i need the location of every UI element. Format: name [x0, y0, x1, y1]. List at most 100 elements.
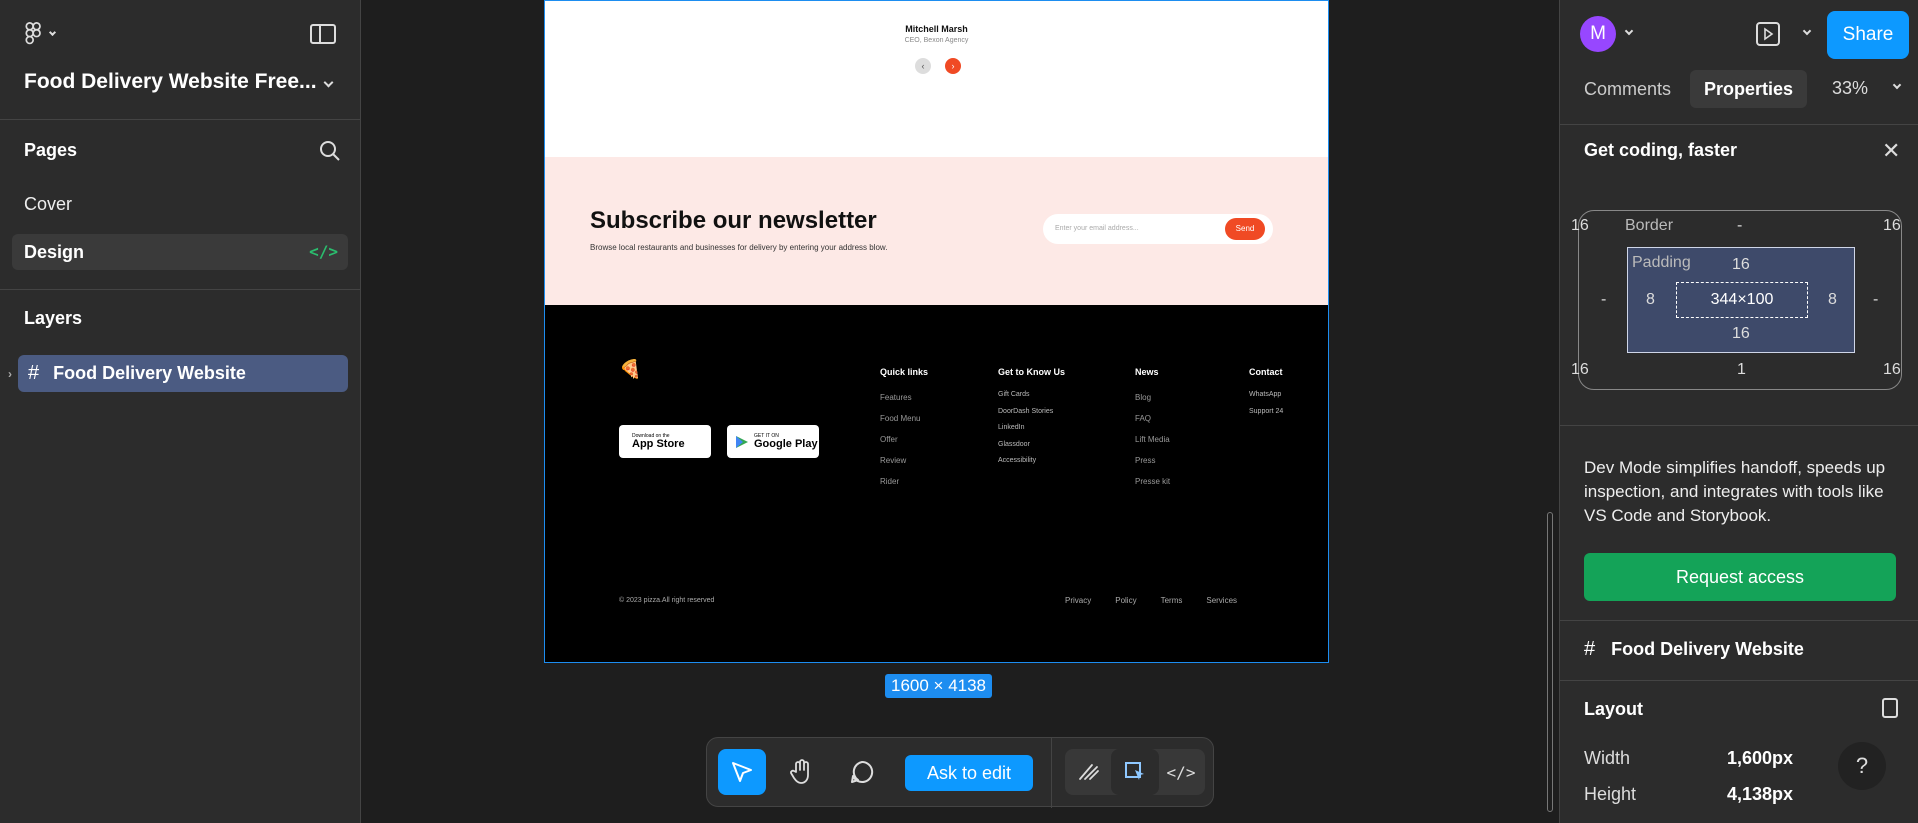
footer-bottom-link: Privacy [1065, 596, 1092, 605]
left-sidebar: Food Delivery Website Free... Pages Cove… [0, 0, 361, 823]
newsletter-subtitle: Browse local restaurants and businesses … [590, 243, 888, 252]
footer-bottom-link: Policy [1115, 596, 1137, 605]
figma-logo-icon [25, 22, 41, 45]
chevron-down-icon[interactable] [1892, 80, 1902, 90]
dev-mode-button[interactable]: </> [1157, 749, 1205, 795]
badge-big-text: App Store [632, 437, 685, 450]
divider [1560, 124, 1918, 125]
footer-column-news: News Blog FAQ Lift Media Press Presse ki… [1135, 367, 1170, 492]
newsletter-section: Subscribe our newsletter Browse local re… [545, 157, 1328, 305]
main-menu-button[interactable] [24, 22, 57, 46]
border-left-value: - [1601, 291, 1607, 308]
padding-left-value: 8 [1646, 291, 1655, 308]
newsletter-title: Subscribe our newsletter [590, 207, 877, 234]
box-model-diagram: 16 Border - 16 - - 16 1 16 Padding 16 8 … [1571, 210, 1902, 390]
comment-tool-button[interactable] [838, 749, 886, 795]
design-mode-button[interactable] [1111, 749, 1159, 795]
chevron-right-icon[interactable]: › [8, 367, 12, 381]
height-value: 4,138px [1727, 784, 1794, 804]
layer-row-food-delivery-website[interactable]: › # Food Delivery Website [8, 355, 348, 392]
file-title: Food Delivery Website Free... [24, 70, 317, 93]
layers-heading: Layers [24, 308, 83, 328]
footer-link: Rider [880, 477, 900, 486]
footer-link: Glassdoor [998, 440, 1030, 448]
footer-bottom-links: Privacy Policy Terms Services [1065, 596, 1237, 605]
page-item-design[interactable]: Design </> [12, 234, 348, 270]
ask-to-edit-button[interactable]: Ask to edit [905, 755, 1033, 791]
pen-scribble-icon [1079, 764, 1099, 780]
hand-tool-button[interactable] [778, 749, 826, 795]
footer-bottom-link: Terms [1160, 596, 1183, 605]
comment-bubble-icon [851, 760, 874, 783]
mode-switcher: </> [1065, 749, 1205, 795]
design-canvas[interactable]: Mitchell Marsh CEO, Bexon Agency ‹ › Sub… [361, 0, 1559, 823]
page-label: Cover [24, 193, 73, 214]
code-brackets-icon: </> [1166, 762, 1196, 782]
app-store-badge: Download on the App Store [619, 425, 711, 458]
frame-icon: # [1584, 638, 1596, 660]
pages-section: Pages Cover Design </> [0, 120, 360, 290]
footer-link: Blog [1135, 393, 1152, 402]
footer-copyright: © 2023 pizza.All right reserved [619, 597, 715, 604]
figma-app: Food Delivery Website Free... Pages Cove… [0, 0, 1918, 823]
request-access-button[interactable]: Request access [1584, 553, 1896, 601]
dev-mode-code-icon: </> [309, 242, 338, 261]
move-tool-button[interactable] [718, 749, 766, 795]
testimonial-name: Mitchell Marsh [905, 24, 968, 34]
padding-label: Padding [1632, 254, 1691, 271]
panel-toggle-icon[interactable] [310, 24, 336, 44]
file-title-button[interactable]: Food Delivery Website Free... [24, 70, 344, 94]
page-label: Design [24, 241, 85, 262]
footer-link: WhatsApp [1249, 391, 1282, 398]
height-label: Height [1584, 784, 1637, 804]
chevron-down-icon[interactable] [1802, 26, 1812, 36]
pages-heading: Pages [24, 140, 78, 160]
footer-link: Support 24 [1249, 407, 1284, 415]
footer-bottom-link: Services [1206, 596, 1238, 605]
border-bottom-value: 1 [1737, 361, 1746, 378]
canvas-scrollbar[interactable] [1547, 512, 1553, 812]
border-label: Border [1625, 217, 1674, 234]
footer-link: LinkedIn [998, 424, 1025, 431]
padding-top-value: 16 [1732, 256, 1750, 273]
testimonial-section: Mitchell Marsh CEO, Bexon Agency ‹ › [545, 1, 1328, 157]
google-play-badge: GET IT ON Google Play [727, 425, 819, 458]
present-icon[interactable] [1756, 22, 1780, 46]
cursor-arrow-icon [732, 762, 752, 782]
footer-column-title: News [1135, 367, 1159, 377]
chevron-down-icon [323, 77, 334, 87]
avatar[interactable]: M [1580, 16, 1616, 52]
chevron-left-icon: ‹ [915, 58, 931, 74]
border-right-value: - [1873, 291, 1879, 308]
newsletter-email-input: Enter your email address... Send [1043, 214, 1273, 244]
draw-mode-button[interactable] [1065, 749, 1113, 795]
layout-heading: Layout [1584, 699, 1644, 719]
tab-comments[interactable]: Comments [1570, 70, 1685, 108]
content-size-box: 344×100 [1676, 282, 1808, 318]
bottom-toolbar: Ask to edit </> [706, 737, 1214, 808]
padding-bottom-value: 16 [1732, 325, 1750, 342]
google-play-icon [736, 435, 748, 448]
chevron-down-icon[interactable] [1624, 26, 1634, 36]
share-button[interactable]: Share [1827, 11, 1909, 59]
padding-right-value: 8 [1828, 291, 1837, 308]
divider [1560, 425, 1918, 426]
footer-section: 🍕 Download on the App Store GET IT ON Go… [545, 305, 1328, 662]
margin-top-right: 16 [1883, 217, 1901, 234]
help-icon[interactable]: ? [1838, 742, 1886, 790]
close-icon[interactable]: ✕ [1882, 138, 1900, 164]
margin-top-left: 16 [1571, 217, 1589, 234]
search-icon[interactable] [319, 140, 341, 162]
footer-link: Accessibility [998, 457, 1037, 464]
toolbar-divider [1051, 738, 1052, 808]
clipboard-icon[interactable] [1882, 698, 1898, 718]
frame-dimension-label: 1600 × 4138 [885, 674, 993, 698]
width-label: Width [1584, 748, 1631, 768]
border-top-value: - [1737, 217, 1743, 234]
design-mode-icon [1125, 762, 1144, 780]
tab-properties[interactable]: Properties [1690, 70, 1808, 108]
page-item-cover[interactable]: Cover [12, 186, 348, 222]
zoom-level[interactable]: 33% [1832, 78, 1868, 99]
selected-frame[interactable]: Mitchell Marsh CEO, Bexon Agency ‹ › Sub… [544, 0, 1329, 663]
testimonial-role: CEO, Bexon Agency [904, 37, 969, 44]
